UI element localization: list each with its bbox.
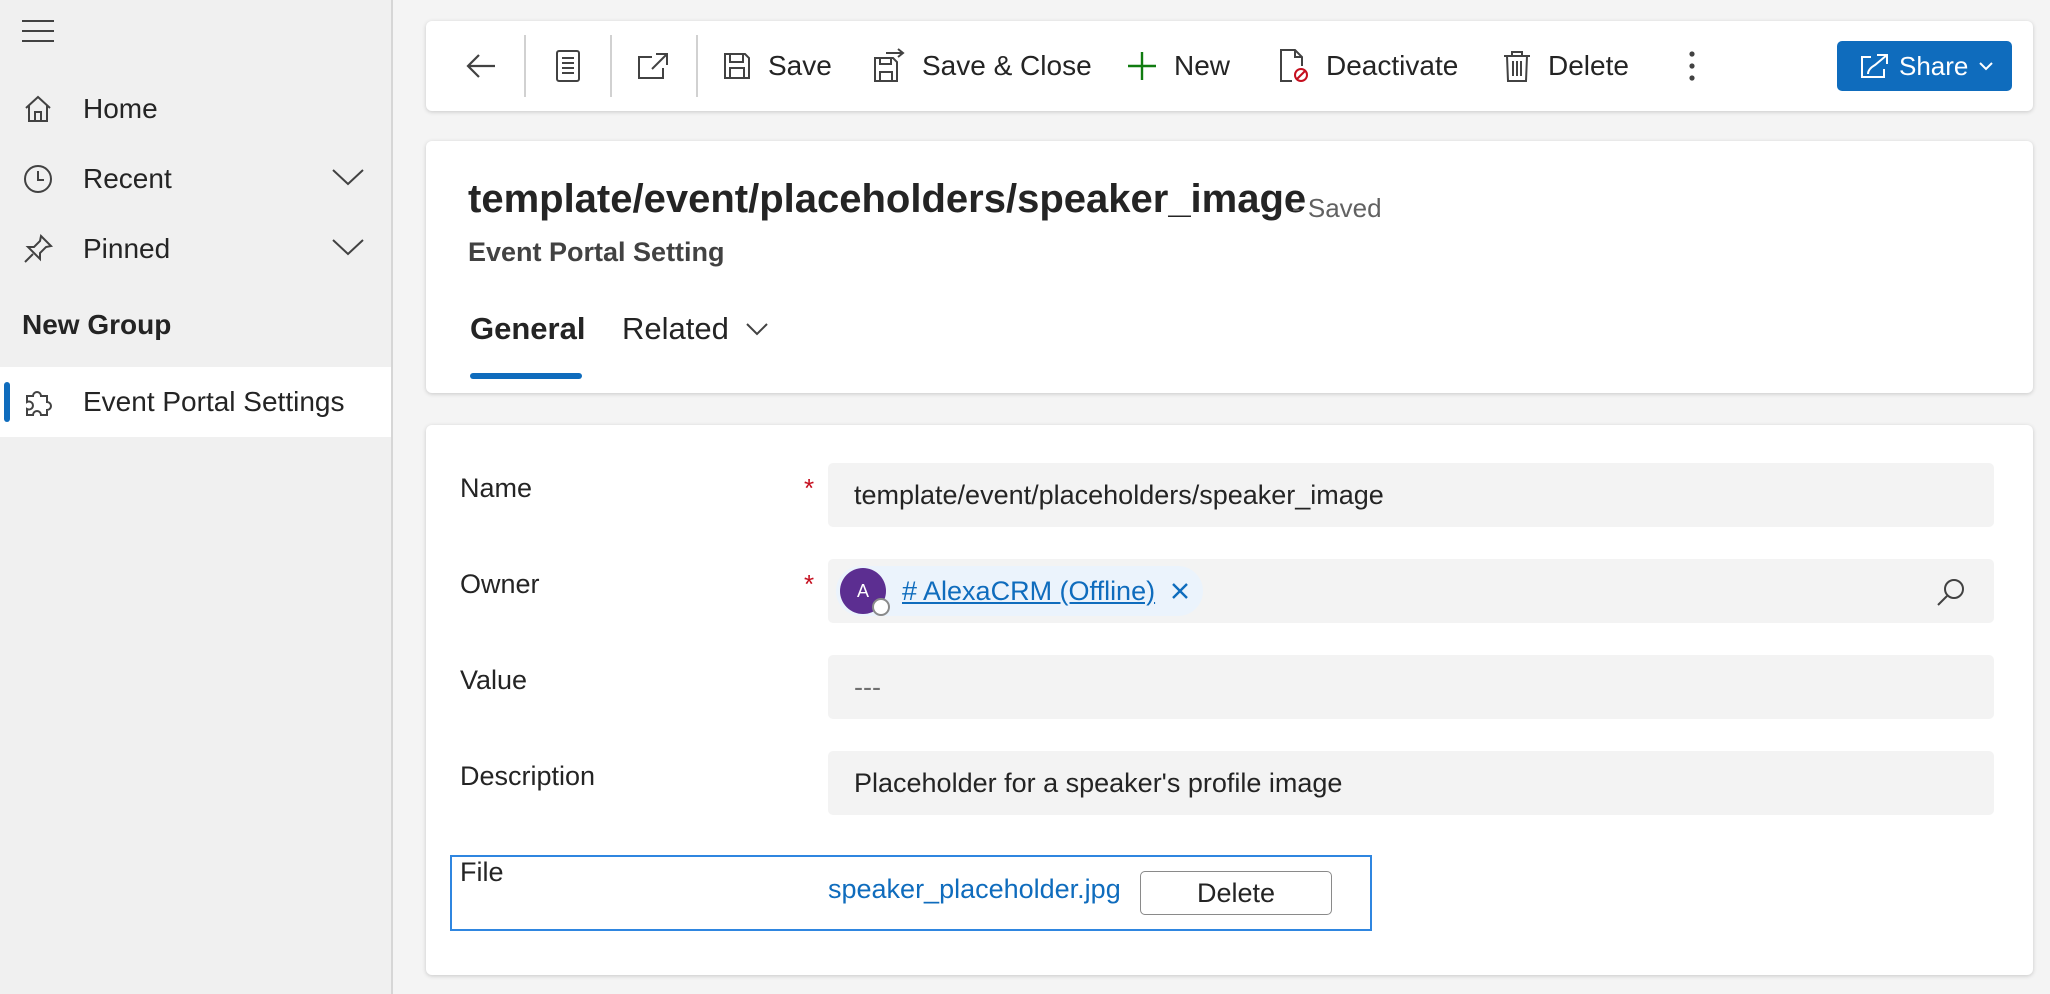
sidebar-item-label: Recent — [83, 163, 172, 194]
sidebar-item-recent[interactable]: Recent — [0, 149, 391, 209]
file-delete-button[interactable]: Delete — [1140, 871, 1332, 915]
presence-status-icon — [872, 598, 890, 616]
description-label: Description — [460, 761, 596, 791]
back-arrow-icon — [466, 54, 495, 78]
new-button[interactable]: New — [1126, 21, 1230, 111]
open-in-new-window-icon — [638, 53, 668, 79]
active-indicator — [4, 382, 10, 422]
new-label: New — [1174, 50, 1231, 81]
active-tab-indicator — [470, 373, 582, 379]
record-title: template/event/placeholders/speaker_imag… — [468, 177, 1307, 221]
chevron-down-icon[interactable] — [330, 235, 366, 259]
deactivate-label: Deactivate — [1326, 50, 1459, 81]
share-button[interactable]: Share — [1837, 41, 2012, 91]
open-new-window-button[interactable] — [636, 21, 670, 111]
sidebar-group-title: New Group — [22, 309, 172, 340]
close-icon[interactable] — [1171, 582, 1189, 600]
file-link[interactable]: speaker_placeholder.jpg — [828, 874, 1121, 905]
more-commands-button[interactable] — [1688, 21, 1696, 111]
required-indicator: * — [804, 473, 815, 503]
save-close-button[interactable]: Save & Close — [872, 21, 1092, 111]
save-icon — [724, 53, 750, 79]
record-header: template/event/placeholders/speaker_imag… — [426, 141, 2033, 393]
home-icon — [25, 95, 51, 122]
sidebar-item-label: Event Portal Settings — [83, 386, 345, 417]
tab-label: Related — [622, 311, 729, 346]
name-label: Name — [460, 473, 533, 503]
pin-icon — [24, 233, 54, 263]
plus-icon — [1128, 52, 1156, 80]
sidebar-item-home[interactable]: Home — [0, 79, 391, 139]
hamburger-menu-icon[interactable] — [22, 20, 54, 42]
sidebar: Home Recent Pinned New Group Event Porta… — [0, 0, 393, 994]
share-icon — [1861, 54, 1888, 78]
toolbar-divider — [524, 35, 526, 97]
share-label: Share — [1899, 50, 1969, 81]
sidebar-item-label: Pinned — [83, 233, 171, 264]
tab-general[interactable]: General — [470, 311, 585, 347]
puzzle-icon — [26, 391, 52, 416]
delete-button[interactable]: Delete — [1502, 21, 1629, 111]
description-value: Placeholder for a speaker's profile imag… — [854, 767, 1343, 798]
owner-link[interactable]: # AlexaCRM (Offline) — [902, 576, 1155, 607]
owner-chip: A # AlexaCRM (Offline) — [836, 566, 1204, 616]
save-button[interactable]: Save — [722, 21, 832, 111]
avatar: A — [840, 568, 890, 616]
sidebar-item-pinned[interactable]: Pinned — [0, 219, 391, 279]
delete-label: Delete — [1548, 50, 1629, 81]
value-input[interactable]: --- — [828, 655, 1994, 719]
chevron-down-icon — [746, 323, 768, 336]
name-value: template/event/placeholders/speaker_imag… — [854, 479, 1384, 510]
back-button[interactable] — [464, 21, 498, 111]
avatar-initial: A — [856, 580, 869, 601]
file-label: File — [460, 857, 504, 887]
tab-label: General — [470, 311, 586, 346]
save-label: Save — [768, 50, 832, 81]
sidebar-item-event-portal-settings[interactable]: Event Portal Settings — [0, 367, 391, 437]
required-indicator: * — [804, 569, 815, 599]
tab-related[interactable]: Related — [622, 311, 769, 347]
toolbar-divider — [696, 35, 698, 97]
value-placeholder: --- — [854, 671, 881, 702]
chevron-down-icon — [1979, 62, 1994, 71]
owner-label: Owner — [460, 569, 540, 599]
value-label: Value — [460, 665, 528, 695]
save-close-label: Save & Close — [922, 50, 1092, 81]
form-section: Name * template/event/placeholders/speak… — [426, 425, 2033, 975]
owner-lookup[interactable]: A # AlexaCRM (Offline) — [828, 559, 1994, 623]
command-bar: Save Save & Close New Deactivate Delete — [426, 21, 2033, 111]
toolbar-divider — [610, 35, 612, 97]
trash-icon — [1504, 51, 1530, 82]
sidebar-item-label: Home — [83, 93, 158, 124]
chevron-down-icon[interactable] — [330, 165, 366, 189]
name-input[interactable]: template/event/placeholders/speaker_imag… — [828, 463, 1994, 527]
save-status: - Saved — [1292, 193, 1382, 223]
deactivate-icon — [1280, 49, 1308, 82]
form-view-button[interactable] — [554, 21, 582, 111]
form-icon — [556, 50, 580, 82]
clock-icon — [24, 165, 52, 193]
more-vertical-icon — [1689, 51, 1695, 81]
save-close-icon — [874, 48, 905, 82]
description-input[interactable]: Placeholder for a speaker's profile imag… — [828, 751, 1994, 815]
search-icon[interactable] — [1936, 577, 1966, 607]
entity-name: Event Portal Setting — [468, 237, 725, 267]
deactivate-button[interactable]: Deactivate — [1278, 21, 1458, 111]
